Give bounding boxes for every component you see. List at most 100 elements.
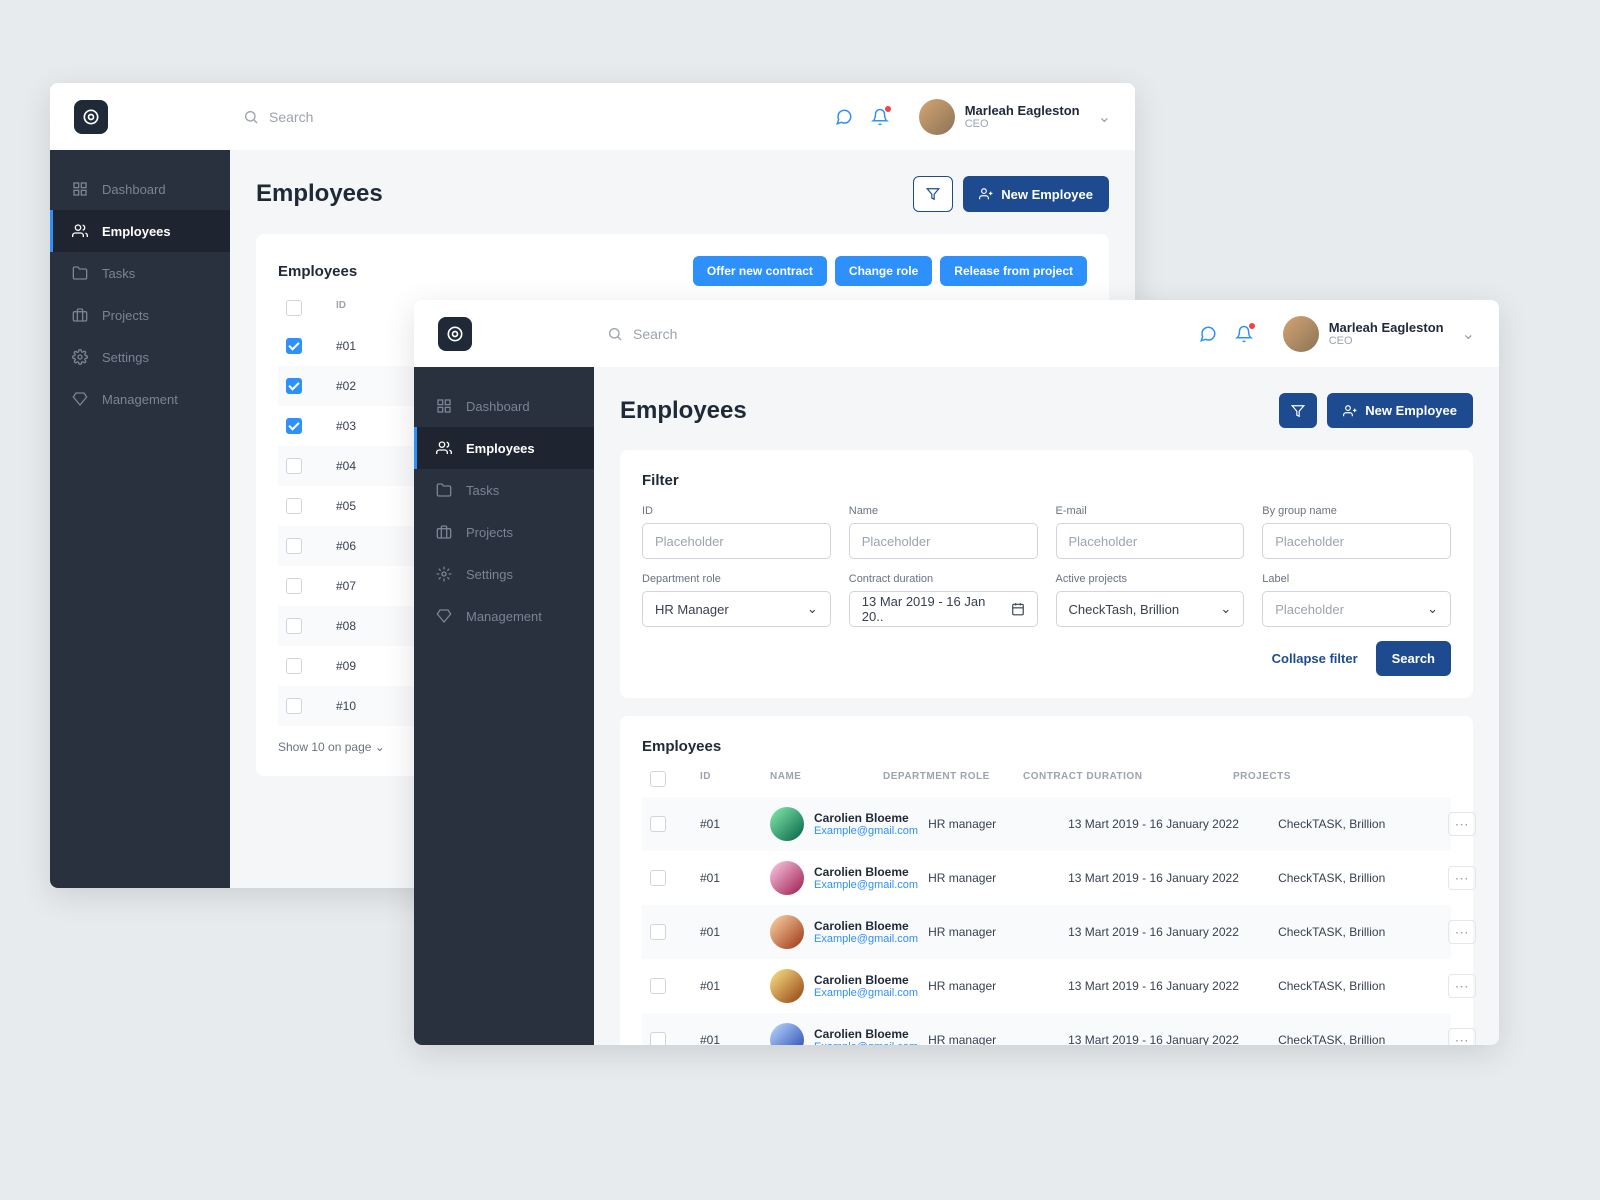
sidebar-item-employees[interactable]: Employees: [50, 210, 230, 252]
table-row[interactable]: #01 Carolien BloemeExample@gmail.com HR …: [642, 905, 1451, 959]
row-checkbox[interactable]: [286, 698, 302, 714]
row-checkbox[interactable]: [286, 338, 302, 354]
notifications-icon[interactable]: [871, 108, 889, 126]
filter-toggle-button[interactable]: [1279, 393, 1317, 428]
column-duration: CONTRACT DURATION: [1023, 771, 1223, 787]
row-checkbox[interactable]: [286, 378, 302, 394]
row-checkbox[interactable]: [286, 578, 302, 594]
sidebar-item-employees[interactable]: Employees: [414, 427, 594, 469]
row-actions-button[interactable]: ⋯: [1448, 866, 1476, 890]
new-employee-button[interactable]: New Employee: [963, 176, 1109, 212]
collapse-filter-link[interactable]: Collapse filter: [1272, 651, 1358, 666]
row-actions-button[interactable]: ⋯: [1448, 1028, 1476, 1045]
notification-dot: [885, 106, 891, 112]
search-input[interactable]: Search: [243, 109, 835, 125]
sidebar-item-management[interactable]: Management: [50, 378, 230, 420]
search-input[interactable]: Search: [607, 326, 1199, 342]
chevron-down-icon: ⌄: [1220, 601, 1231, 617]
user-menu[interactable]: Marleah Eagleston CEO ⌄: [919, 99, 1111, 135]
select-all-checkbox[interactable]: [650, 771, 666, 787]
employee-email[interactable]: Example@gmail.com: [814, 879, 918, 891]
cell-projects: CheckTASK, Brillion: [1278, 925, 1438, 939]
column-name: NAME: [770, 771, 873, 787]
search-placeholder: Search: [269, 109, 313, 125]
filter-select-projects[interactable]: CheckTash, Brillion⌄: [1056, 591, 1245, 627]
cell-id: #07: [336, 579, 396, 593]
calendar-icon: [1011, 602, 1025, 616]
cell-id: #01: [700, 925, 760, 939]
sidebar-item-settings[interactable]: Settings: [414, 553, 594, 595]
filter-toggle-button[interactable]: [913, 176, 953, 212]
messages-icon[interactable]: [835, 108, 853, 126]
employee-name: Carolien Bloeme: [814, 973, 918, 987]
row-actions-button[interactable]: ⋯: [1448, 920, 1476, 944]
sidebar-item-dashboard[interactable]: Dashboard: [414, 385, 594, 427]
user-avatar: [1283, 316, 1319, 352]
diamond-icon: [436, 608, 452, 624]
sidebar-item-projects[interactable]: Projects: [50, 294, 230, 336]
row-checkbox[interactable]: [286, 538, 302, 554]
filter-date-range[interactable]: 13 Mar 2019 - 16 Jan 20..: [849, 591, 1038, 627]
table-row[interactable]: #01 Carolien BloemeExample@gmail.com HR …: [642, 797, 1451, 851]
cell-duration: 13 Mart 2019 - 16 January 2022: [1068, 871, 1268, 885]
employee-name: Carolien Bloeme: [814, 811, 918, 825]
table-row[interactable]: #01 Carolien BloemeExample@gmail.com HR …: [642, 1013, 1451, 1045]
filter-select-role[interactable]: HR Manager⌄: [642, 591, 831, 627]
row-checkbox[interactable]: [650, 978, 666, 994]
search-button[interactable]: Search: [1376, 641, 1451, 676]
row-checkbox[interactable]: [286, 658, 302, 674]
sidebar-item-projects[interactable]: Projects: [414, 511, 594, 553]
select-value: 13 Mar 2019 - 16 Jan 20..: [862, 594, 1011, 624]
filter-label-projects: Active projects: [1056, 573, 1245, 585]
cell-projects: CheckTASK, Brillion: [1278, 871, 1438, 885]
row-checkbox[interactable]: [286, 418, 302, 434]
cell-id: #04: [336, 459, 396, 473]
user-menu[interactable]: Marleah Eagleston CEO ⌄: [1283, 316, 1475, 352]
row-checkbox[interactable]: [650, 1032, 666, 1045]
table-row[interactable]: #01 Carolien BloemeExample@gmail.com HR …: [642, 851, 1451, 905]
row-checkbox[interactable]: [286, 618, 302, 634]
filter-input-id[interactable]: [642, 523, 831, 559]
app-logo[interactable]: [74, 100, 108, 134]
sidebar-item-tasks[interactable]: Tasks: [414, 469, 594, 511]
cell-id: #03: [336, 419, 396, 433]
row-actions-button[interactable]: ⋯: [1448, 812, 1476, 836]
sidebar-item-dashboard[interactable]: Dashboard: [50, 168, 230, 210]
filter-input-name[interactable]: [849, 523, 1038, 559]
filter-select-label[interactable]: Placeholder⌄: [1262, 591, 1451, 627]
sidebar-item-settings[interactable]: Settings: [50, 336, 230, 378]
employee-email[interactable]: Example@gmail.com: [814, 1041, 918, 1045]
column-id: ID: [336, 300, 396, 316]
employee-email[interactable]: Example@gmail.com: [814, 933, 918, 945]
row-checkbox[interactable]: [286, 498, 302, 514]
filter-input-email[interactable]: [1056, 523, 1245, 559]
cell-id: #09: [336, 659, 396, 673]
release-project-button[interactable]: Release from project: [940, 256, 1087, 286]
table-row[interactable]: #01 Carolien BloemeExample@gmail.com HR …: [642, 959, 1451, 1013]
row-checkbox[interactable]: [650, 816, 666, 832]
employee-email[interactable]: Example@gmail.com: [814, 825, 918, 837]
messages-icon[interactable]: [1199, 325, 1217, 343]
filter-label-label: Label: [1262, 573, 1451, 585]
employee-email[interactable]: Example@gmail.com: [814, 987, 918, 999]
row-checkbox[interactable]: [286, 458, 302, 474]
cell-person: Carolien BloemeExample@gmail.com: [770, 861, 918, 895]
row-checkbox[interactable]: [650, 924, 666, 940]
employee-avatar: [770, 1023, 804, 1045]
page-size-selector[interactable]: Show 10 on page ⌄: [278, 740, 385, 754]
notifications-icon[interactable]: [1235, 325, 1253, 343]
select-all-checkbox[interactable]: [286, 300, 302, 316]
filter-input-group[interactable]: [1262, 523, 1451, 559]
app-logo[interactable]: [438, 317, 472, 351]
sidebar-item-tasks[interactable]: Tasks: [50, 252, 230, 294]
change-role-button[interactable]: Change role: [835, 256, 932, 286]
offer-contract-button[interactable]: Offer new contract: [693, 256, 827, 286]
sidebar-item-management[interactable]: Management: [414, 595, 594, 637]
new-employee-button[interactable]: New Employee: [1327, 393, 1473, 428]
row-checkbox[interactable]: [650, 870, 666, 886]
cell-role: HR manager: [928, 817, 1058, 831]
search-icon: [243, 109, 259, 125]
row-actions-button[interactable]: ⋯: [1448, 974, 1476, 998]
filter-label-name: Name: [849, 505, 1038, 517]
chevron-down-icon: ⌄: [1098, 107, 1111, 127]
